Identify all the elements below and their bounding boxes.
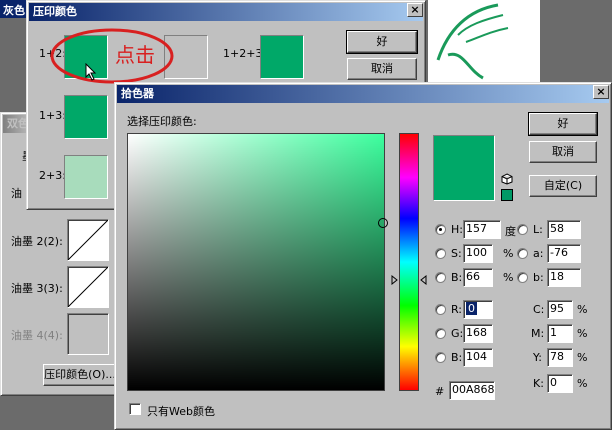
unit-k: % bbox=[577, 377, 588, 390]
label-a: a: bbox=[533, 247, 544, 260]
radio-s[interactable] bbox=[435, 248, 446, 259]
label-k: K: bbox=[533, 377, 544, 390]
field-s[interactable]: 100 bbox=[463, 244, 493, 263]
overprint-title: 压印颜色 bbox=[33, 5, 77, 18]
web-only-label: 只有Web颜色 bbox=[147, 405, 215, 418]
field-hex[interactable]: 00A868 bbox=[449, 381, 495, 400]
overprint-ok-button[interactable]: 好 bbox=[346, 30, 418, 54]
unit-y: % bbox=[577, 351, 588, 364]
radio-h[interactable] bbox=[435, 224, 446, 235]
color-picker-close-button[interactable]: × bbox=[593, 85, 609, 99]
pair-23-swatch[interactable] bbox=[64, 155, 108, 199]
cube-icon[interactable] bbox=[501, 173, 513, 185]
leaf-illustration bbox=[436, 3, 509, 80]
leaf-image-fragment bbox=[428, 0, 540, 82]
field-k[interactable]: 0 bbox=[547, 374, 573, 393]
field-c[interactable]: 95 bbox=[547, 300, 573, 319]
overprint-cancel-button[interactable]: 取消 bbox=[347, 58, 417, 80]
hue-slider-right-arrow-icon[interactable] bbox=[420, 275, 427, 285]
field-r[interactable]: 0 bbox=[463, 300, 493, 319]
field-b[interactable]: 66 bbox=[463, 268, 493, 287]
hue-slider-left-arrow-icon[interactable] bbox=[391, 275, 398, 285]
field-a[interactable]: -76 bbox=[547, 244, 581, 263]
picker-ok-button[interactable]: 好 bbox=[528, 112, 598, 136]
unit-h: 度 bbox=[505, 225, 516, 238]
hue-slider[interactable] bbox=[399, 133, 419, 391]
label-s: S: bbox=[451, 247, 462, 260]
unit-m: % bbox=[577, 327, 588, 340]
overprint-titlebar: 压印颜色 bbox=[29, 3, 423, 21]
mouse-cursor-icon bbox=[85, 63, 97, 81]
label-lab-b: b: bbox=[533, 271, 544, 284]
color-picker-dialog: 拾色器 × 选择压印颜色: 好 取消 自定(C) H: 157 度 S: 100… bbox=[114, 82, 612, 430]
ink-4-label: 油墨 4(4): bbox=[11, 329, 63, 342]
field-y[interactable]: 78 bbox=[547, 348, 573, 367]
label-r: R: bbox=[451, 303, 463, 316]
label-h: H: bbox=[451, 223, 463, 236]
overprint-colors-button[interactable]: 压印颜色(O)... bbox=[43, 364, 117, 386]
label-g: G: bbox=[451, 327, 464, 340]
pair-13-label: 1+3: bbox=[39, 109, 66, 122]
label-m: M: bbox=[531, 327, 545, 340]
color-picker-prompt: 选择压印颜色: bbox=[127, 115, 197, 128]
ink-2-label: 油墨 2(2): bbox=[11, 235, 63, 248]
curve-diagonal-icon bbox=[67, 219, 109, 261]
label-y: Y: bbox=[533, 351, 542, 364]
unit-b: % bbox=[503, 271, 514, 284]
annotation-text: 点击 bbox=[115, 43, 155, 67]
field-g[interactable]: 168 bbox=[463, 324, 493, 343]
current-color-swatch bbox=[433, 135, 495, 201]
background-title-text: 灰色 bbox=[3, 4, 25, 17]
field-m[interactable]: 1 bbox=[547, 324, 573, 343]
ink-partial-label: 油 bbox=[11, 187, 22, 200]
field-l[interactable]: 58 bbox=[547, 220, 581, 239]
field-lab-b[interactable]: 18 bbox=[547, 268, 581, 287]
annotation-ellipse bbox=[50, 28, 174, 84]
web-only-checkbox[interactable] bbox=[129, 403, 141, 415]
field-blue[interactable]: 104 bbox=[463, 348, 493, 367]
radio-l[interactable] bbox=[517, 224, 528, 235]
field-h[interactable]: 157 bbox=[463, 220, 501, 239]
web-safe-swatch[interactable] bbox=[501, 189, 513, 201]
ink-3-curve[interactable] bbox=[67, 266, 109, 308]
close-icon: × bbox=[410, 3, 420, 16]
custom-colors-button[interactable]: 自定(C) bbox=[529, 175, 597, 197]
radio-a[interactable] bbox=[517, 248, 528, 259]
ink-4-curve bbox=[67, 313, 109, 355]
label-b: B: bbox=[451, 271, 463, 284]
ink-2-curve[interactable] bbox=[67, 219, 109, 261]
color-field-marker[interactable] bbox=[378, 218, 388, 228]
field-r-value: 0 bbox=[466, 302, 477, 315]
radio-lab-b[interactable] bbox=[517, 272, 528, 283]
pair-13-swatch[interactable] bbox=[64, 95, 108, 139]
label-hex: # bbox=[435, 385, 445, 398]
picker-cancel-button[interactable]: 取消 bbox=[529, 141, 597, 163]
color-picker-titlebar: 拾色器 bbox=[117, 85, 609, 103]
unit-c: % bbox=[577, 303, 588, 316]
radio-r[interactable] bbox=[435, 304, 446, 315]
label-l: L: bbox=[533, 223, 543, 236]
radio-g[interactable] bbox=[435, 328, 446, 339]
close-icon: × bbox=[596, 85, 606, 98]
color-field[interactable] bbox=[127, 133, 388, 391]
color-picker-title: 拾色器 bbox=[121, 87, 154, 100]
triple-swatch[interactable] bbox=[260, 35, 304, 79]
unit-s: % bbox=[503, 247, 514, 260]
ink-3-label: 油墨 3(3): bbox=[11, 282, 63, 295]
radio-blue[interactable] bbox=[435, 352, 446, 363]
label-c: C: bbox=[533, 303, 545, 316]
curve-diagonal-icon bbox=[67, 266, 109, 308]
label-blue: B: bbox=[451, 351, 463, 364]
overprint-close-button[interactable]: × bbox=[407, 3, 423, 17]
radio-b[interactable] bbox=[435, 272, 446, 283]
pair-23-label: 2+3: bbox=[39, 169, 66, 182]
